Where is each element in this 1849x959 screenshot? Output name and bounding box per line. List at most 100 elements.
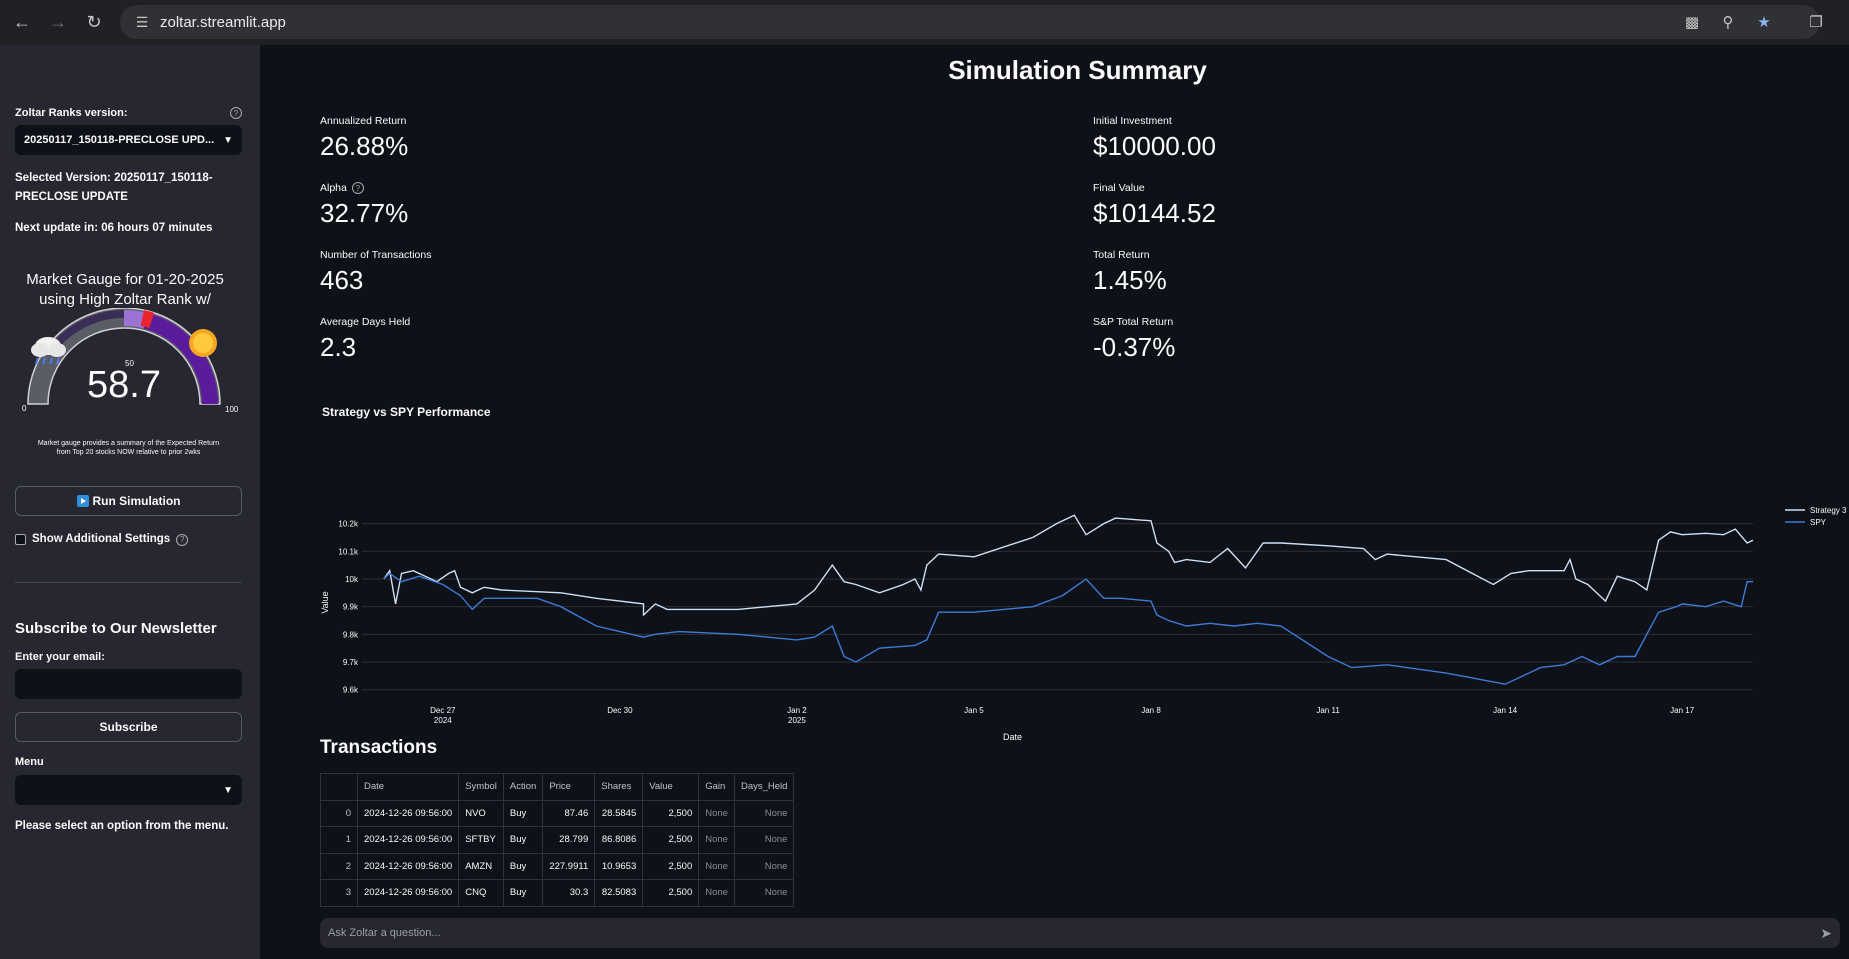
- gauge-value: 58.7: [87, 364, 161, 406]
- sun-icon: [189, 329, 217, 357]
- performance-chart[interactable]: 9.6k 9.7k 9.8k 9.9k 10k 10.1k 10.2k Dec 272024 D…: [260, 455, 1849, 755]
- email-field[interactable]: [15, 669, 242, 699]
- metric-label-row: Alpha?: [320, 182, 408, 194]
- metric-value: $10000.00: [1093, 131, 1216, 161]
- metric-label: Alpha: [320, 182, 347, 194]
- column-header[interactable]: Shares: [594, 773, 644, 801]
- bookmark-star-icon[interactable]: ★: [1749, 7, 1779, 37]
- forward-arrow-icon[interactable]: →: [40, 5, 76, 41]
- metric-label: Final Value: [1093, 182, 1145, 194]
- run-simulation-label: Run Simulation: [92, 494, 181, 508]
- back-arrow-icon[interactable]: ←: [4, 5, 40, 41]
- cell-days-held: None: [733, 852, 795, 880]
- table-row[interactable]: 3 2024-12-26 09:56:00 CNQ Buy 30.3 82.50…: [320, 879, 795, 907]
- column-header[interactable]: [320, 773, 358, 801]
- metric-value: $10144.52: [1093, 198, 1216, 228]
- cell-days-held: None: [733, 879, 795, 907]
- chat-input[interactable]: Ask Zoltar a question... ➤: [320, 918, 1840, 948]
- cell-days-held: None: [733, 826, 795, 854]
- column-header[interactable]: Price: [542, 773, 596, 801]
- cell-value: 2,500: [642, 879, 700, 907]
- sidebar-divider: [15, 582, 242, 583]
- additional-settings-label: Show Additional Settings: [32, 533, 171, 545]
- newsletter-title: Subscribe to Our Newsletter: [15, 620, 217, 637]
- cell-action: Buy: [502, 879, 544, 907]
- version-select[interactable]: 20250117_150118-PRECLOSE UPD... ▼: [15, 125, 242, 155]
- cell-symbol: AMZN: [458, 852, 504, 880]
- metric-value: -0.37%: [1093, 332, 1176, 362]
- metric-initial-investment: Initial Investment $10000.00: [1093, 115, 1216, 162]
- email-label: Enter your email:: [15, 651, 105, 663]
- column-header[interactable]: Action: [502, 773, 544, 801]
- series-line-strategy-3: [383, 514, 1754, 617]
- help-icon[interactable]: ?: [230, 107, 242, 119]
- address-bar[interactable]: ☰ zoltar.streamlit.app: [120, 5, 1820, 39]
- x-tick-label: Jan 17: [1670, 706, 1695, 715]
- main-content: Simulation Summary Annualized Return 26.…: [260, 45, 1849, 959]
- table-row[interactable]: 1 2024-12-26 09:56:00 SFTBY Buy 28.799 8…: [320, 826, 795, 854]
- y-tick-label: 9.8k: [343, 630, 359, 639]
- x-tick-sublabel: 2024: [434, 716, 452, 725]
- metric-annualized-return: Annualized Return 26.88%: [320, 115, 408, 162]
- metric-number-of-transactions: Number of Transactions 463: [320, 249, 431, 296]
- install-app-icon[interactable]: ▩: [1677, 7, 1707, 37]
- help-icon[interactable]: ?: [351, 182, 364, 194]
- gauge-note: Market gauge provides a summary of the E…: [15, 439, 242, 457]
- additional-settings-checkbox[interactable]: [15, 534, 26, 545]
- browser-toolbar: ← → ↻ ☰ zoltar.streamlit.app ▩ ⚲ ★ ❐: [0, 0, 1849, 45]
- column-header[interactable]: Days_Held: [733, 773, 795, 801]
- chart-title: Strategy vs SPY Performance: [322, 405, 491, 419]
- column-header[interactable]: Value: [642, 773, 700, 801]
- metric-value: 32.77%: [320, 198, 409, 228]
- y-tick-label: 10.2k: [338, 520, 359, 529]
- y-axis-label: Value: [320, 591, 330, 613]
- zoom-icon[interactable]: ⚲: [1713, 7, 1743, 37]
- subscribe-label: Subscribe: [99, 720, 158, 734]
- selected-version-line1: Selected Version: 20250117_150118-: [15, 172, 213, 184]
- cell-date: 2024-12-26 09:56:00: [356, 852, 460, 880]
- transactions-table[interactable]: Date Symbol Action Price Shares Value Ga…: [320, 773, 795, 907]
- y-tick-label: 10k: [345, 575, 359, 584]
- metric-final-value: Final Value $10144.52: [1093, 182, 1216, 229]
- legend-label: Strategy 3: [1810, 506, 1847, 515]
- subscribe-button[interactable]: Subscribe: [15, 712, 242, 742]
- play-icon: [76, 495, 89, 507]
- table-row[interactable]: 2 2024-12-26 09:56:00 AMZN Buy 227.9911 …: [320, 852, 795, 880]
- help-icon[interactable]: ?: [176, 533, 189, 546]
- menu-select[interactable]: ▼: [15, 775, 242, 805]
- market-gauge: 0 50 100 58.7: [22, 308, 239, 414]
- x-tick-label: Dec 27: [430, 706, 456, 715]
- column-header[interactable]: Symbol: [458, 773, 504, 801]
- reload-icon[interactable]: ↻: [76, 5, 112, 41]
- cell-date: 2024-12-26 09:56:00: [356, 879, 460, 907]
- metric-label: Average Days Held: [320, 316, 411, 328]
- cell-shares: 10.9653: [594, 852, 644, 880]
- page-title: Simulation Summary: [948, 55, 1207, 85]
- cell-symbol: CNQ: [458, 879, 504, 907]
- cell-date: 2024-12-26 09:56:00: [356, 826, 460, 854]
- table-header-row: Date Symbol Action Price Shares Value Ga…: [320, 773, 795, 801]
- chevron-down-icon: ▼: [223, 784, 233, 796]
- cell-gain: None: [698, 852, 735, 880]
- sidebar: Zoltar Ranks version: ? 20250117_150118-…: [0, 45, 260, 959]
- selected-version: Selected Version: 20250117_150118- PRECL…: [15, 169, 245, 207]
- table-row[interactable]: 0 2024-12-26 09:56:00 NVO Buy 87.46 28.5…: [320, 799, 795, 827]
- extensions-icon[interactable]: ❐: [1801, 7, 1831, 37]
- run-simulation-button[interactable]: Run Simulation: [15, 486, 242, 516]
- x-tick-label: Jan 5: [964, 706, 984, 715]
- column-header[interactable]: Gain: [698, 773, 735, 801]
- x-tick-label: Jan 11: [1316, 706, 1340, 715]
- cell-action: Buy: [502, 852, 544, 880]
- gauge-min-label: 0: [22, 404, 27, 413]
- site-settings-icon[interactable]: ☰: [128, 14, 156, 31]
- cell-days-held: None: [733, 799, 795, 827]
- chevron-down-icon: ▼: [223, 134, 233, 146]
- cell-price: 227.9911: [542, 852, 596, 880]
- gauge-max-label: 100: [225, 405, 239, 414]
- cell-price: 30.3: [542, 879, 596, 907]
- column-header[interactable]: Date: [356, 773, 460, 801]
- cell-symbol: NVO: [458, 799, 504, 827]
- metric-average-days-held: Average Days Held 2.3: [320, 316, 410, 363]
- cell-action: Buy: [502, 826, 544, 854]
- send-icon[interactable]: ➤: [1820, 925, 1832, 942]
